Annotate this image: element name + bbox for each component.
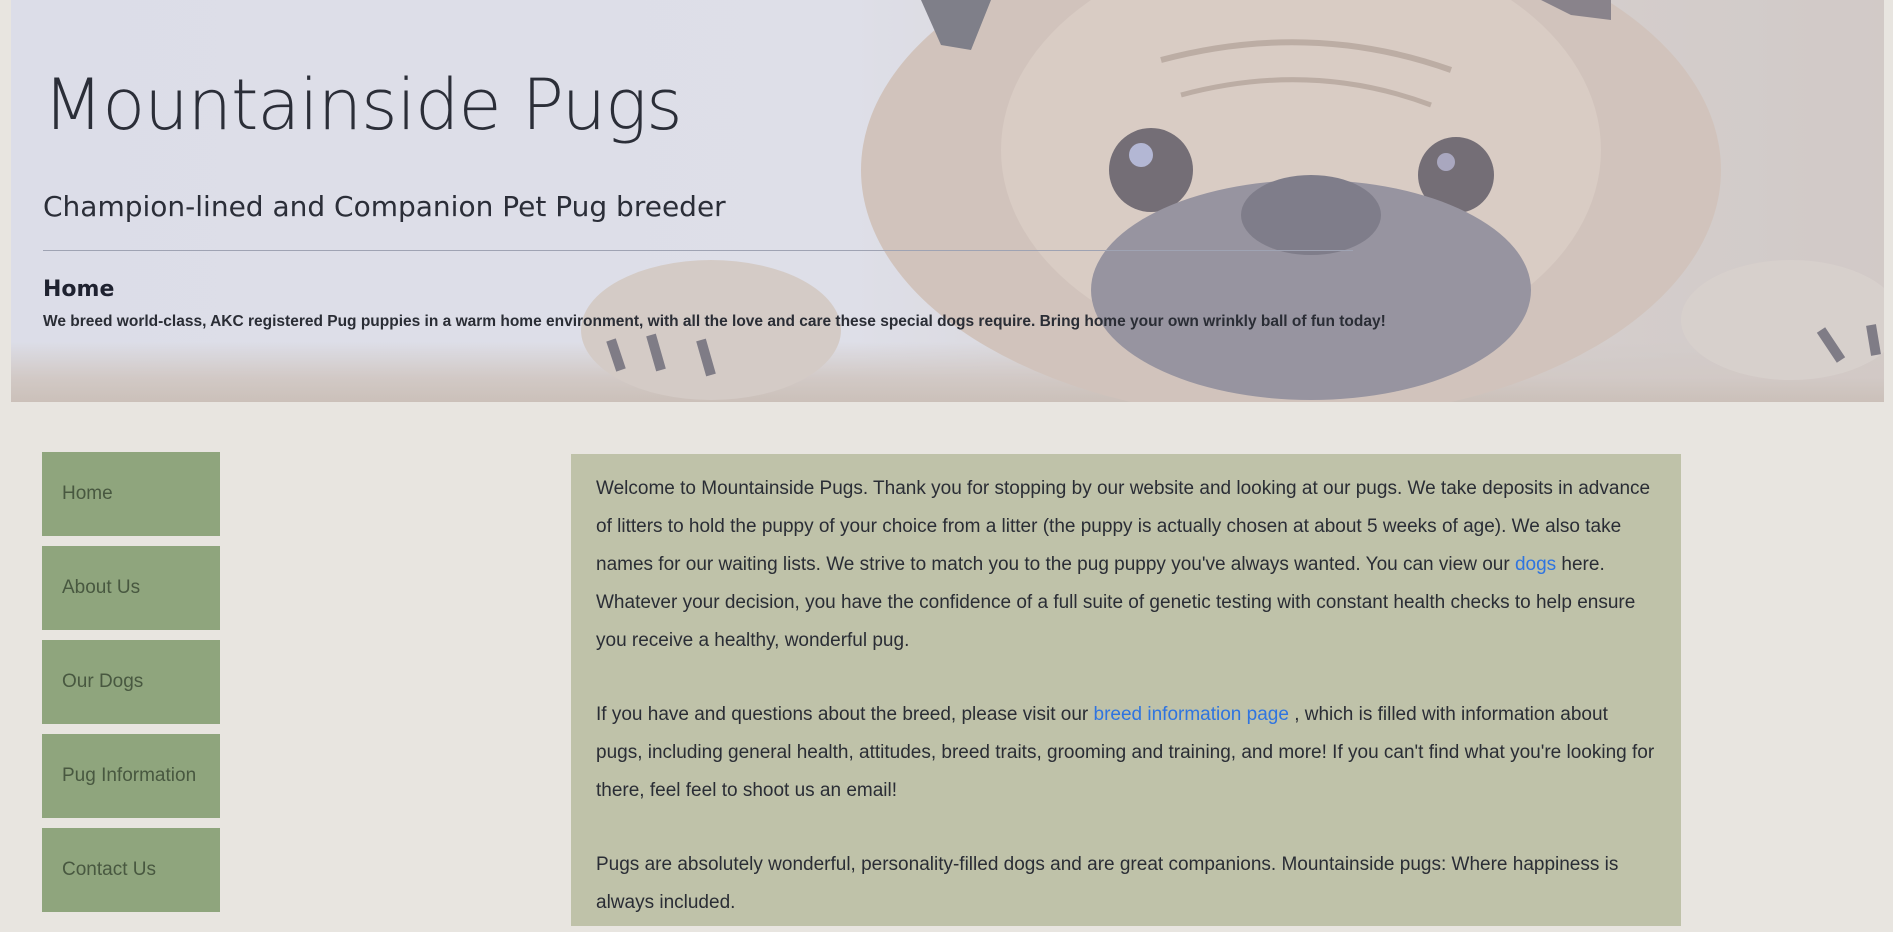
nav-item-pug-information[interactable]: Pug Information xyxy=(42,734,220,818)
breed-info-paragraph: If you have and questions about the bree… xyxy=(596,696,1657,810)
welcome-paragraph: Welcome to Mountainside Pugs. Thank you … xyxy=(596,470,1657,660)
hero-banner: Mountainside Pugs Champion-lined and Com… xyxy=(11,0,1884,402)
page-heading: Home xyxy=(43,277,115,302)
nav-item-our-dogs[interactable]: Our Dogs xyxy=(42,640,220,724)
page-intro: We breed world-class, AKC registered Pug… xyxy=(43,313,1386,330)
nav-item-home[interactable]: Home xyxy=(42,452,220,536)
sidebar-nav: Home About Us Our Dogs Pug Information C… xyxy=(42,452,220,922)
breed-information-link[interactable]: breed information page xyxy=(1094,704,1289,725)
site-subtitle: Champion-lined and Companion Pet Pug bre… xyxy=(43,190,726,223)
nav-item-contact-us[interactable]: Contact Us xyxy=(42,828,220,912)
breed-info-text-start: If you have and questions about the bree… xyxy=(596,704,1094,725)
site-title: Mountainside Pugs xyxy=(43,64,683,146)
closing-paragraph: Pugs are absolutely wonderful, personali… xyxy=(596,854,1619,913)
dogs-link[interactable]: dogs xyxy=(1515,554,1556,575)
main-content: Welcome to Mountainside Pugs. Thank you … xyxy=(571,454,1681,926)
welcome-text-start: Welcome to Mountainside Pugs. Thank you … xyxy=(596,478,1651,575)
hero-divider xyxy=(43,250,1353,251)
nav-item-about-us[interactable]: About Us xyxy=(42,546,220,630)
